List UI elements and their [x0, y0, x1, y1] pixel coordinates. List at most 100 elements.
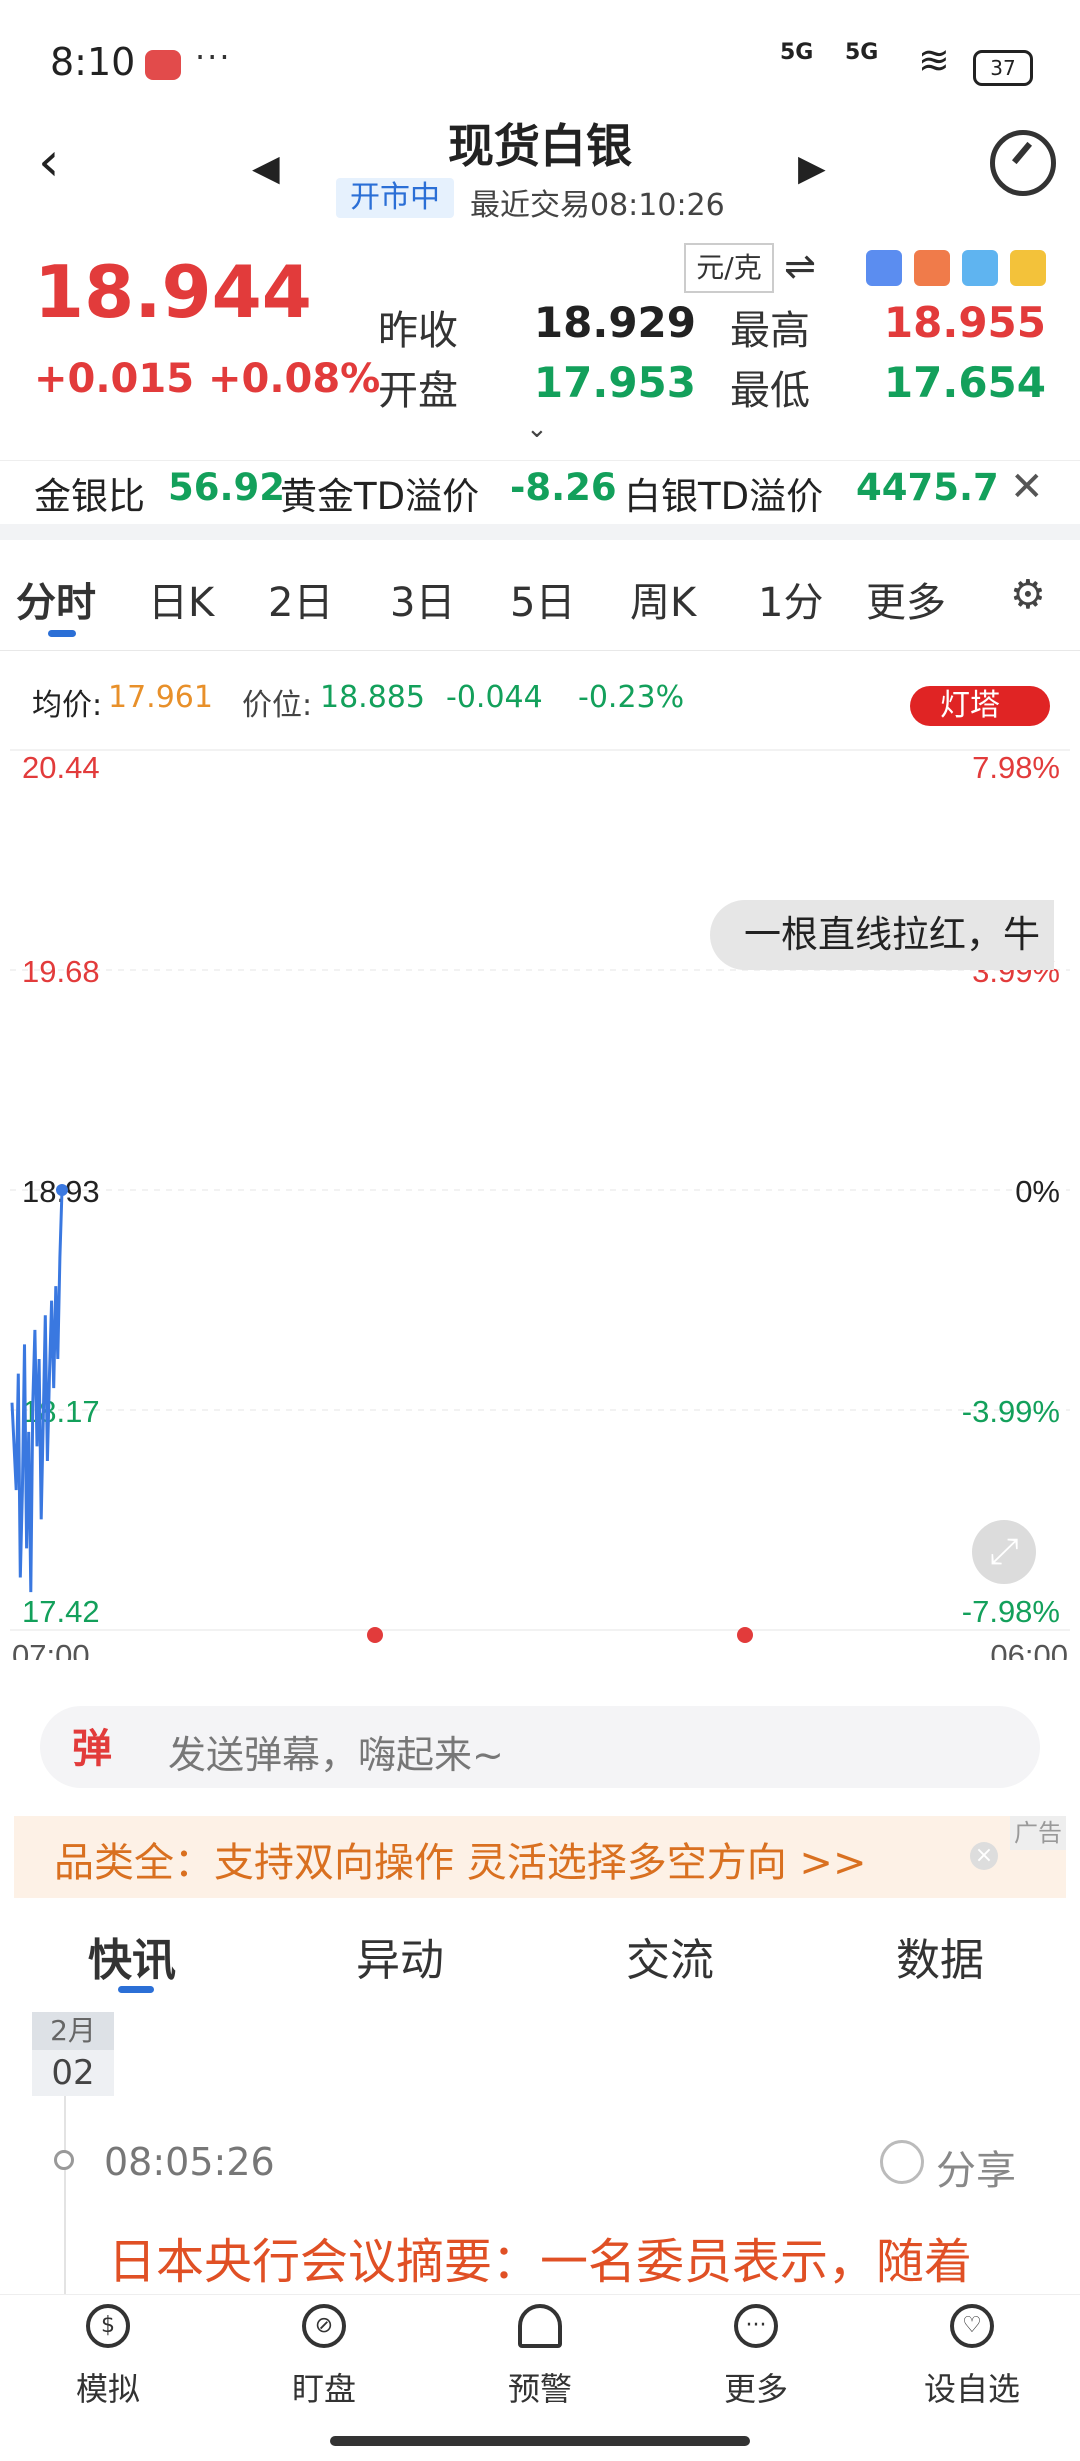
tab-data[interactable]: 数据 [896, 1924, 984, 1988]
silver-td-label: 白银TD溢价 [624, 475, 824, 518]
alarm-icon [518, 2304, 562, 2348]
tab-3-day[interactable]: 3日 [390, 570, 455, 628]
danmu-icon: 弹 [72, 1726, 112, 1772]
simulate-icon: $ [86, 2304, 130, 2348]
expand-quote-icon[interactable]: ⌄ [526, 414, 548, 444]
price-change-percent: -0.23% [578, 680, 685, 715]
tab-intraday[interactable]: 分时 [16, 570, 96, 628]
share-icon[interactable] [880, 2140, 924, 2184]
chart-comment-bubble[interactable]: 一根直线拉红，牛 [710, 900, 1054, 970]
settings-gear-icon[interactable]: ⚙ [1010, 572, 1046, 618]
gold-td-label: 黄金TD溢价 [280, 475, 480, 518]
more-icon: ··· [734, 2304, 778, 2348]
news-headline[interactable]: 日本央行会议摘要：一名委员表示，随着 [108, 2222, 972, 2292]
watch-icon: ⊘ [302, 2304, 346, 2348]
y-pct-tick-label: 7.98% [972, 750, 1060, 785]
timeline [64, 2096, 66, 2316]
page-title: 现货白银 [448, 119, 632, 173]
nav-label: 盯盘 [291, 2370, 356, 2408]
expand-chart-icon[interactable]: ⤢ [972, 1520, 1036, 1584]
nav-label: 更多 [723, 2370, 788, 2408]
open-label: 开盘 [378, 368, 458, 414]
price-series-line [10, 1189, 64, 1593]
gold-td-value: -8.26 [510, 466, 617, 509]
latest-price-dot [56, 1184, 68, 1196]
nav-label: 设自选 [923, 2370, 1020, 2408]
nav-label: 模拟 [75, 2370, 140, 2408]
nav-watch[interactable]: ⊘ 盯盘 [254, 2304, 394, 2410]
tab-movements[interactable]: 异动 [356, 1924, 444, 1988]
price-value: 18.885 [320, 680, 425, 715]
y-tick-label: 17.42 [22, 1594, 100, 1629]
tab-1-minute[interactable]: 1分 [758, 570, 823, 628]
open-value: 17.953 [533, 358, 696, 407]
silver-td-value: 4475.7 [856, 466, 999, 509]
session-marker [367, 1627, 383, 1643]
last-trade-time: 最近交易08:10:26 [470, 188, 725, 223]
nav-simulate[interactable]: $ 模拟 [38, 2304, 178, 2410]
tool-icon[interactable] [914, 250, 950, 286]
intraday-chart[interactable]: 20.447.98%19.683.99%18.930%18.17-3.99%17… [10, 720, 1070, 1660]
price-change-value: -0.044 [446, 680, 543, 715]
clock: 8:10 [50, 40, 136, 84]
divider [0, 650, 1080, 651]
low-value: 17.654 [883, 358, 1046, 407]
more-notifications-icon: ··· [195, 38, 232, 76]
date-day: 02 [51, 2053, 95, 2093]
avg-label: 均价: [32, 688, 103, 723]
high-label: 最高 [730, 308, 810, 354]
market-status-badge: 开市中 [336, 178, 454, 218]
gold-silver-value: 56.92 [168, 466, 286, 509]
x-tick-label: 06:00 [990, 1638, 1068, 1660]
tab-weekly-k[interactable]: 周K [630, 570, 696, 628]
swap-icon[interactable]: ⇌ [784, 244, 816, 288]
tab-5-day[interactable]: 5日 [510, 570, 575, 628]
x-tick-label: 07:00 [12, 1638, 90, 1660]
divider [0, 524, 1080, 540]
nav-label: 预警 [507, 2370, 572, 2408]
tab-2-day[interactable]: 2日 [268, 570, 333, 628]
session-marker [737, 1627, 753, 1643]
timeline-dot [54, 2150, 74, 2170]
ad-close-icon[interactable]: × [970, 1842, 998, 1870]
danmu-placeholder[interactable]: 发送弹幕，嗨起来~ [168, 1724, 504, 1779]
date-month: 2月 [32, 2012, 114, 2050]
nav-more[interactable]: ··· 更多 [686, 2304, 826, 2410]
refresh-icon[interactable] [990, 130, 1056, 196]
signal-icon: 5G [845, 40, 879, 65]
y-tick-label: 20.44 [22, 750, 100, 785]
y-pct-tick-label: -7.98% [962, 1594, 1060, 1629]
avg-value: 17.961 [108, 680, 213, 715]
current-price: 18.944 [34, 250, 312, 334]
ad-label: 广告 [1010, 1816, 1066, 1850]
prev-close-label: 昨收 [378, 308, 458, 354]
home-indicator[interactable] [330, 2436, 750, 2446]
price-change: +0.015 +0.08% [34, 356, 381, 402]
y-pct-tick-label: 0% [1015, 1174, 1060, 1209]
tab-daily-k[interactable]: 日K [148, 570, 214, 628]
vip-icon[interactable] [1010, 250, 1046, 286]
tab-flash-news[interactable]: 快讯 [88, 1924, 176, 1988]
y-tick-label: 19.68 [22, 954, 100, 989]
next-instrument-icon[interactable]: ▶ [798, 148, 826, 189]
clock-icon[interactable] [962, 250, 998, 286]
date-badge: 2月 02 [32, 2012, 114, 2096]
nav-add-watchlist[interactable]: ♡ 设自选 [902, 2304, 1042, 2410]
ad-text[interactable]: 品类全：支持双向操作 灵活选择多空方向 >> [54, 1830, 866, 1888]
wifi-icon: ≋ [918, 38, 950, 82]
percent-icon[interactable] [866, 250, 902, 286]
nav-alert[interactable]: 预警 [470, 2304, 610, 2410]
tab-underline [48, 630, 76, 637]
share-button[interactable]: 分享 [936, 2138, 1016, 2196]
unit-button[interactable]: 元/克 [684, 243, 774, 293]
high-value: 18.955 [883, 298, 1046, 347]
battery-icon: 37 [973, 50, 1033, 86]
close-icon[interactable]: ✕ [1010, 464, 1044, 510]
tab-more[interactable]: 更多 [866, 570, 946, 628]
tab-discussion[interactable]: 交流 [626, 1924, 714, 1988]
prev-close-value: 18.929 [533, 298, 696, 347]
tab-underline [118, 1986, 154, 1993]
gold-silver-label: 金银比 [34, 475, 145, 518]
signal-icon: 5G [780, 40, 814, 65]
notification-icon [145, 50, 181, 80]
